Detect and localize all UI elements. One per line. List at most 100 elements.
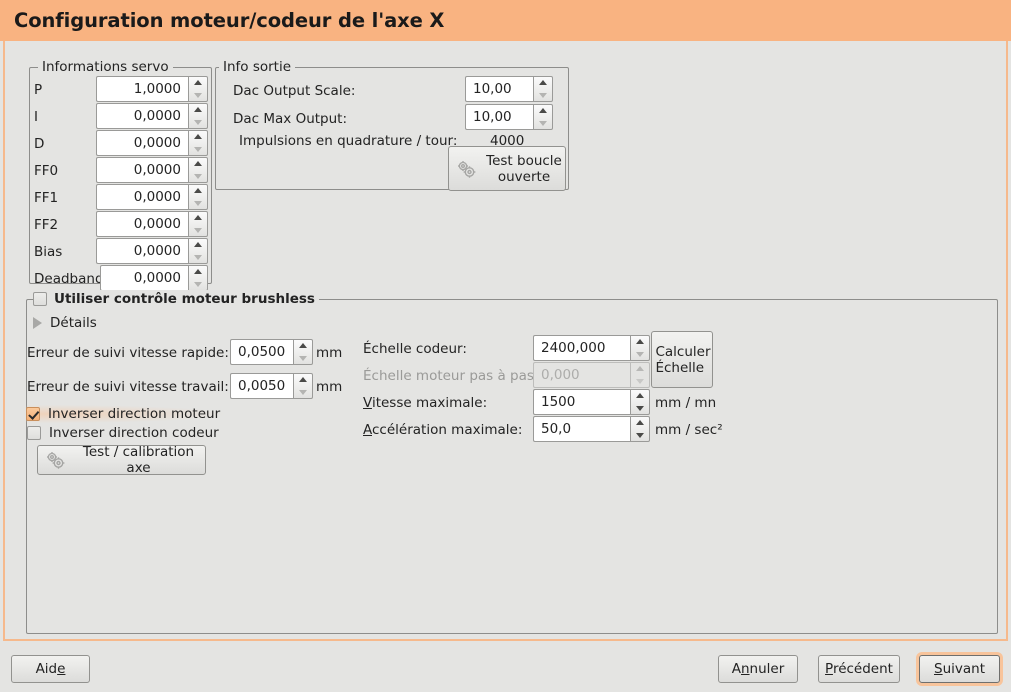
spin-up-icon[interactable] xyxy=(631,390,649,402)
max-accel-value[interactable]: 50,0 xyxy=(533,416,630,442)
invert-encoder-checkbox[interactable] xyxy=(27,426,41,440)
spin-down-icon[interactable] xyxy=(631,348,649,360)
servo-spin-i-buttons[interactable] xyxy=(188,103,208,129)
calculate-scale-button[interactable]: Calculer Échelle xyxy=(651,331,713,388)
ferror-fast-spin[interactable]: 0,0500 xyxy=(230,339,313,365)
servo-spin-d[interactable]: 0,0000 xyxy=(96,130,208,156)
test-calibration-axis-button[interactable]: Test / calibration axe xyxy=(37,444,206,476)
spin-down-icon[interactable] xyxy=(631,402,649,414)
servo-label-p: P xyxy=(34,82,43,98)
spin-up-icon[interactable] xyxy=(534,77,552,89)
spin-up-icon[interactable] xyxy=(294,340,312,352)
invert-motor-row[interactable]: Inverser direction moteur xyxy=(26,405,225,423)
servo-spin-ff2-buttons[interactable] xyxy=(188,211,208,237)
spin-up-icon[interactable] xyxy=(189,104,207,116)
ferror-slow-buttons[interactable] xyxy=(293,373,313,399)
servo-spin-p-value[interactable]: 1,0000 xyxy=(96,76,188,102)
servo-spin-d-buttons[interactable] xyxy=(188,130,208,156)
ferror-fast-unit: mm xyxy=(316,345,343,361)
spin-down-icon[interactable] xyxy=(189,116,207,128)
cancel-label: Annuler xyxy=(732,661,785,677)
chevron-right-icon[interactable] xyxy=(33,317,42,329)
encoder-scale-spin[interactable]: 2400,000 xyxy=(533,335,650,361)
max-accel-spin[interactable]: 50,0 xyxy=(533,416,650,442)
servo-spin-ff1-buttons[interactable] xyxy=(188,184,208,210)
encoder-scale-value[interactable]: 2400,000 xyxy=(533,335,630,361)
spin-up-icon[interactable] xyxy=(189,77,207,89)
servo-spin-p-buttons[interactable] xyxy=(188,76,208,102)
max-accel-label: Accélération maximale: xyxy=(363,422,522,438)
servo-label-ff1: FF1 xyxy=(34,190,59,206)
brushless-title-area: Utiliser contrôle moteur brushless xyxy=(33,290,319,308)
servo-spin-p[interactable]: 1,0000 xyxy=(96,76,208,102)
spin-up-icon[interactable] xyxy=(189,158,207,170)
ferror-slow-spin[interactable]: 0,0050 xyxy=(230,373,313,399)
dac-output-scale-spin[interactable]: 10,00 xyxy=(465,76,553,102)
servo-spin-i-value[interactable]: 0,0000 xyxy=(96,103,188,129)
servo-spin-ff0-buttons[interactable] xyxy=(188,157,208,183)
spin-up-icon[interactable] xyxy=(631,336,649,348)
servo-spin-deadband[interactable]: 0,0000 xyxy=(100,265,208,291)
max-accel-buttons[interactable] xyxy=(630,416,650,442)
servo-spin-ff2-value[interactable]: 0,0000 xyxy=(96,211,188,237)
invert-motor-checkbox[interactable] xyxy=(26,407,40,421)
max-velocity-buttons[interactable] xyxy=(630,389,650,415)
max-velocity-label: Vitesse maximale: xyxy=(363,395,487,411)
spin-up-icon[interactable] xyxy=(189,239,207,251)
details-expander[interactable]: Détails xyxy=(33,315,97,331)
next-button[interactable]: Suivant xyxy=(919,655,1000,683)
window-titlebar: Configuration moteur/codeur de l'axe X xyxy=(0,0,1011,41)
ferror-fast-value[interactable]: 0,0500 xyxy=(230,339,293,365)
previous-button[interactable]: Précédent xyxy=(818,655,900,683)
spin-down-icon[interactable] xyxy=(189,89,207,101)
servo-spin-bias[interactable]: 0,0000 xyxy=(96,238,208,264)
servo-spin-ff1[interactable]: 0,0000 xyxy=(96,184,208,210)
help-button[interactable]: Aide xyxy=(11,655,90,683)
ferror-slow-value[interactable]: 0,0050 xyxy=(230,373,293,399)
servo-spin-ff2[interactable]: 0,0000 xyxy=(96,211,208,237)
dac-max-output-buttons[interactable] xyxy=(533,104,553,130)
servo-spin-deadband-buttons[interactable] xyxy=(188,265,208,291)
spin-up-icon[interactable] xyxy=(189,266,207,278)
ferror-fast-buttons[interactable] xyxy=(293,339,313,365)
spin-up-icon[interactable] xyxy=(189,185,207,197)
spin-down-icon[interactable] xyxy=(294,352,312,364)
spin-down-icon[interactable] xyxy=(189,224,207,236)
cancel-label-mnemonic: n xyxy=(740,661,750,677)
test-open-loop-button[interactable]: Test boucle ouverte xyxy=(448,146,566,191)
spin-down-icon[interactable] xyxy=(534,117,552,129)
max-velocity-value[interactable]: 1500 xyxy=(533,389,630,415)
spin-up-icon[interactable] xyxy=(294,374,312,386)
dac-max-output-spin[interactable]: 10,00 xyxy=(465,104,553,130)
servo-spin-ff1-value[interactable]: 0,0000 xyxy=(96,184,188,210)
encoder-scale-label: Échelle codeur: xyxy=(363,341,467,357)
spin-down-icon[interactable] xyxy=(631,429,649,441)
spin-up-icon[interactable] xyxy=(189,212,207,224)
servo-spin-bias-value[interactable]: 0,0000 xyxy=(96,238,188,264)
servo-spin-i[interactable]: 0,0000 xyxy=(96,103,208,129)
brushless-checkbox[interactable] xyxy=(33,292,47,306)
spin-down-icon[interactable] xyxy=(189,170,207,182)
dac-output-scale-value[interactable]: 10,00 xyxy=(465,76,533,102)
max-velocity-spin[interactable]: 1500 xyxy=(533,389,650,415)
invert-encoder-row[interactable]: Inverser direction codeur xyxy=(27,425,219,441)
cancel-button[interactable]: Annuler xyxy=(718,655,798,683)
spin-down-icon[interactable] xyxy=(294,386,312,398)
spin-down-icon[interactable] xyxy=(534,89,552,101)
spin-down-icon[interactable] xyxy=(189,251,207,263)
servo-spin-bias-buttons[interactable] xyxy=(188,238,208,264)
encoder-scale-buttons[interactable] xyxy=(630,335,650,361)
spin-down-icon[interactable] xyxy=(189,143,207,155)
dac-max-output-value[interactable]: 10,00 xyxy=(465,104,533,130)
servo-spin-ff0-value[interactable]: 0,0000 xyxy=(96,157,188,183)
brushless-checkbox-row[interactable]: Utiliser contrôle moteur brushless xyxy=(33,290,315,308)
dac-output-scale-buttons[interactable] xyxy=(533,76,553,102)
spin-down-icon[interactable] xyxy=(189,197,207,209)
spin-down-icon[interactable] xyxy=(189,278,207,290)
spin-up-icon[interactable] xyxy=(631,417,649,429)
servo-spin-ff0[interactable]: 0,0000 xyxy=(96,157,208,183)
spin-up-icon[interactable] xyxy=(534,105,552,117)
spin-up-icon[interactable] xyxy=(189,131,207,143)
servo-spin-d-value[interactable]: 0,0000 xyxy=(96,130,188,156)
servo-spin-deadband-value[interactable]: 0,0000 xyxy=(100,265,188,291)
